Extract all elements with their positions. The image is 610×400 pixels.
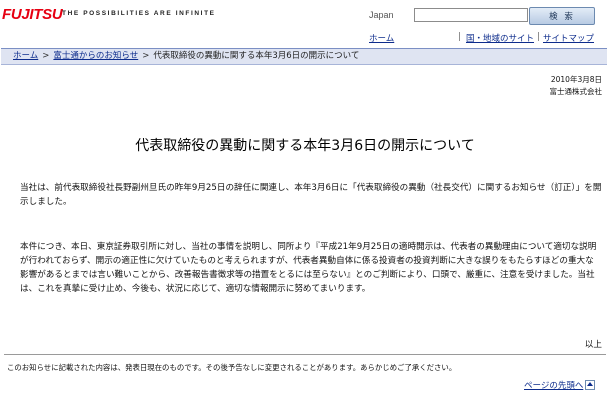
region-label: Japan bbox=[369, 10, 394, 20]
breadcrumb-home-link[interactable]: ホーム bbox=[13, 51, 38, 61]
page-top-label: ページの先頭へ bbox=[524, 381, 584, 391]
release-date: 2010年3月8日 bbox=[550, 75, 602, 84]
header-home-link[interactable]: ホーム bbox=[369, 32, 394, 44]
site-header: FUJITSU THE POSSIBILITIES ARE INFINITE J… bbox=[0, 0, 610, 48]
page-top-link[interactable]: ページの先頭へ bbox=[524, 379, 596, 391]
sitemap-link[interactable]: サイトマップ bbox=[543, 32, 594, 44]
search-button[interactable]: 検 索 bbox=[529, 7, 595, 25]
arrow-up-icon bbox=[585, 380, 596, 390]
breadcrumb-separator: > bbox=[42, 51, 50, 61]
breadcrumb: ホーム > 富士通からのお知らせ > 代表取締役の異動に関する本年3月6日の開示について bbox=[1, 48, 607, 65]
fujitsu-logo[interactable]: FUJITSU bbox=[2, 6, 63, 23]
closing-text: 以上 bbox=[584, 340, 602, 350]
page-title: 代表取締役の異動に関する本年3月6日の開示について bbox=[135, 138, 475, 154]
breadcrumb-news-link[interactable]: 富士通からのお知らせ bbox=[53, 51, 138, 61]
region-sites-link[interactable]: 国・地域のサイト bbox=[466, 32, 534, 44]
header-link-separator: | bbox=[537, 32, 540, 42]
header-link-separator: | bbox=[458, 32, 461, 42]
search-input[interactable] bbox=[414, 8, 528, 22]
body-paragraph-2: 本件につき、本日、東京証券取引所に対し、当社の事情を説明し、同所より『平成21年… bbox=[20, 242, 597, 294]
disclaimer-notice: このお知らせに記載された内容は、発表日現在のものです。その後予告なしに変更される… bbox=[7, 363, 457, 372]
breadcrumb-separator: > bbox=[142, 51, 150, 61]
company-name: 富士通株式会社 bbox=[549, 87, 603, 96]
footer-divider bbox=[4, 354, 606, 355]
tagline: THE POSSIBILITIES ARE INFINITE bbox=[62, 10, 216, 17]
body-paragraph-1: 当社は、前代表取締役社長野副州旦氏の昨年9月25日の辞任に関連し、本年3月6日に… bbox=[20, 183, 602, 207]
breadcrumb-current: 代表取締役の異動に関する本年3月6日の開示について bbox=[153, 51, 360, 61]
